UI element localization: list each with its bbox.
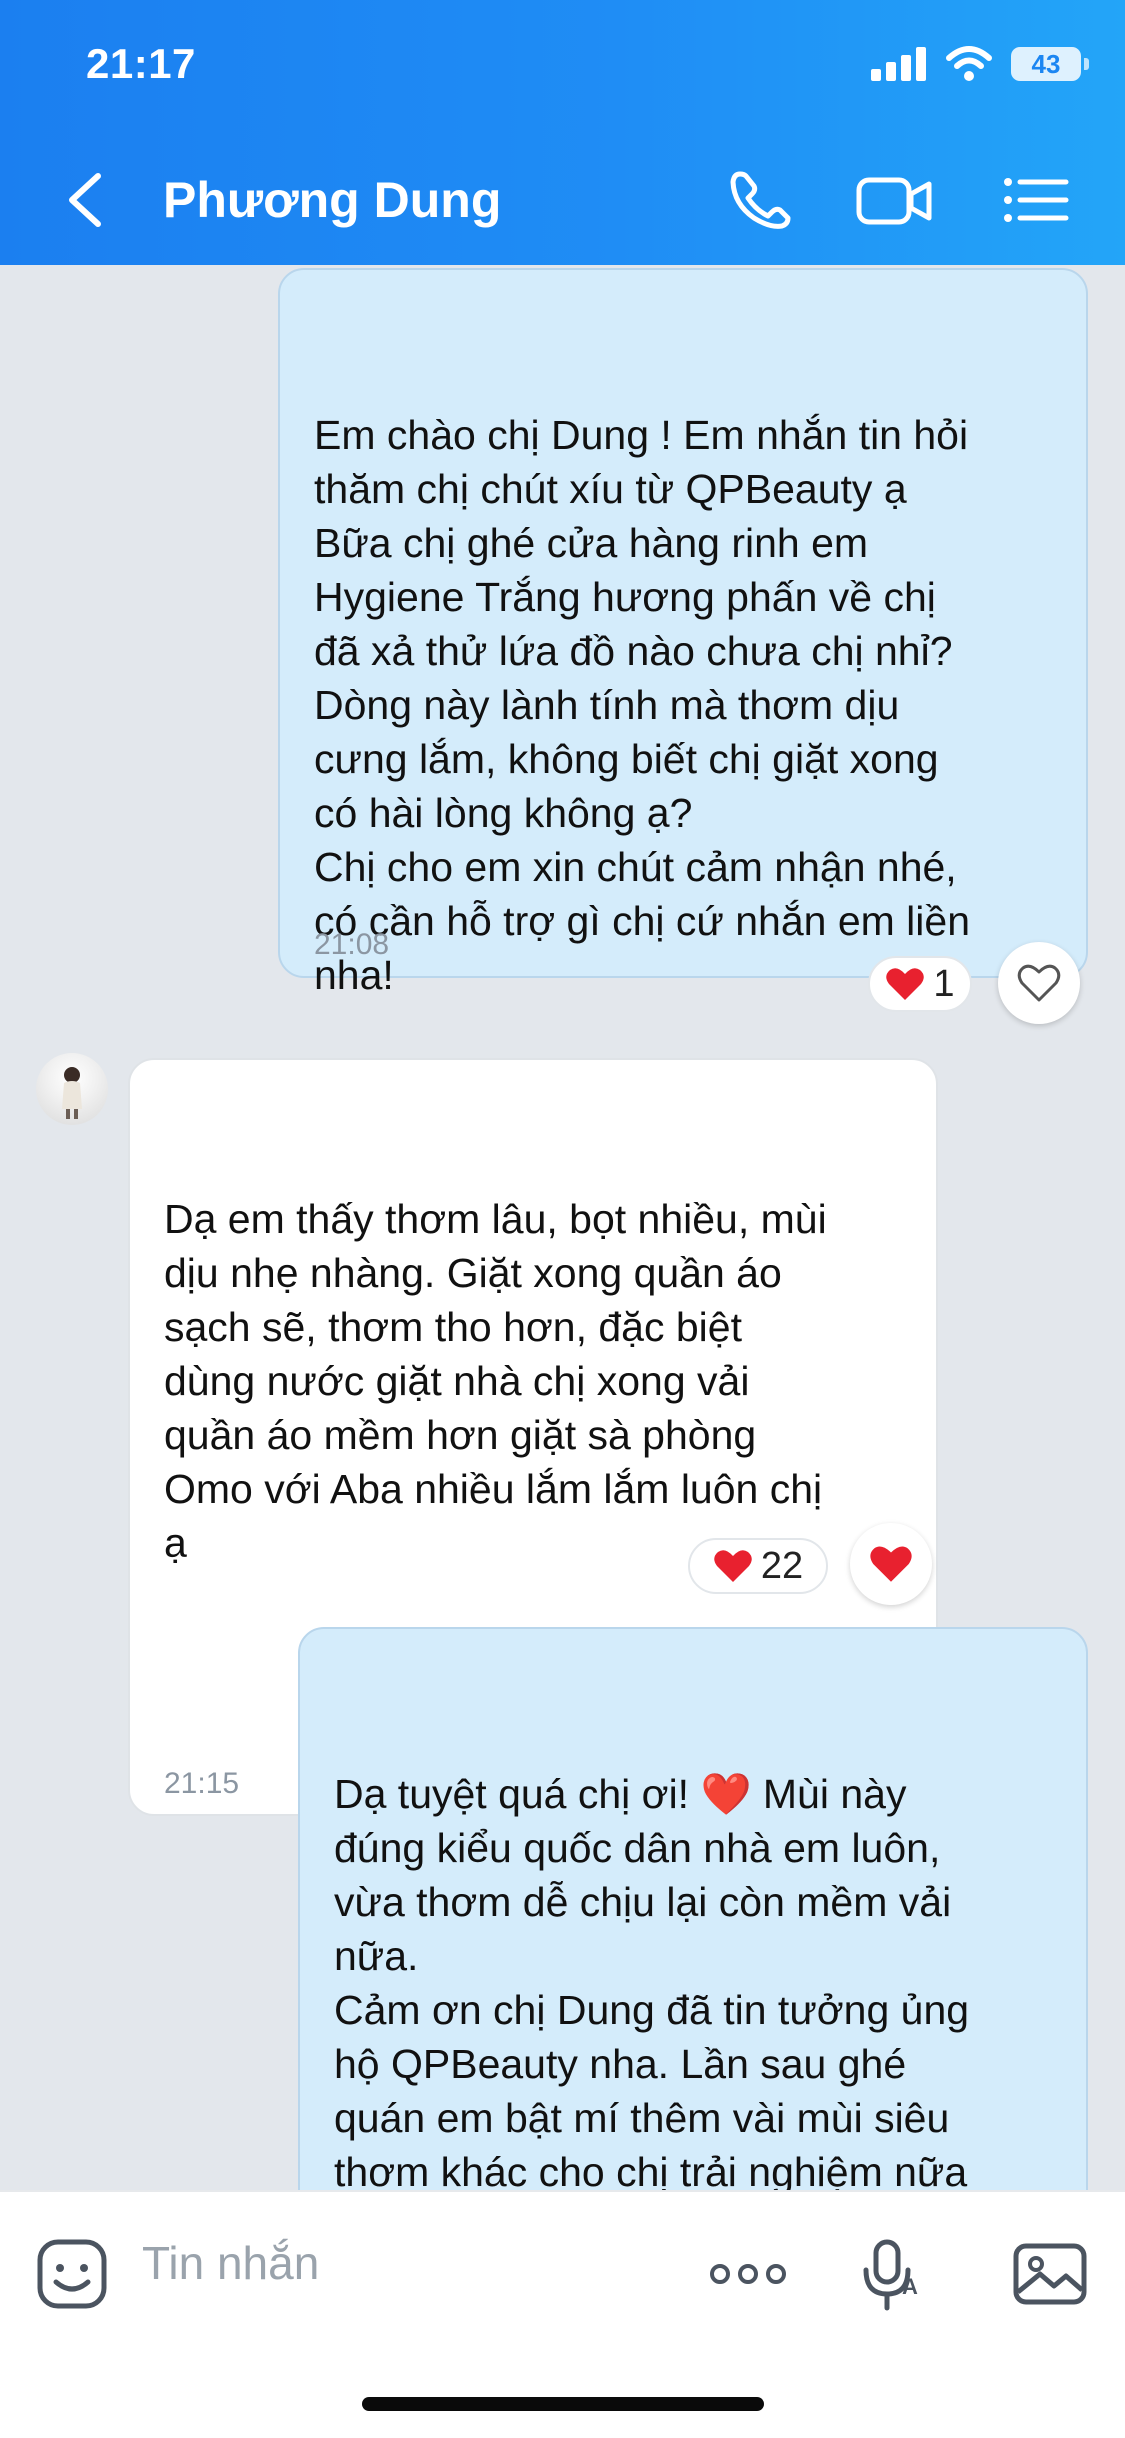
sticker-icon — [37, 2239, 107, 2309]
phone-icon — [730, 171, 791, 229]
contact-name[interactable]: Phương Dung — [163, 171, 501, 229]
avatar-photo — [62, 1067, 82, 1119]
react-button[interactable] — [998, 942, 1080, 1024]
status-time: 21:17 — [86, 40, 196, 87]
chat-menu-button[interactable] — [1000, 168, 1072, 232]
image-picker-button[interactable] — [1010, 2234, 1090, 2314]
back-button[interactable] — [60, 168, 110, 232]
message-time: 21:08 — [314, 928, 390, 961]
sticker-button[interactable] — [32, 2234, 112, 2314]
message-time: 21:15 — [164, 1767, 240, 1800]
more-dots-icon — [710, 2264, 786, 2284]
message-list[interactable]: Em chào chị Dung ! Em nhắn tin hỏi thăm … — [0, 265, 1125, 2190]
heart-icon — [886, 968, 925, 1000]
avatar[interactable] — [36, 1053, 108, 1125]
battery-indicator: 43 — [1011, 47, 1089, 81]
chat-header: 21:17 43 Phương Dung — [0, 0, 1125, 265]
message-time: 21:17 — [334, 2177, 409, 2190]
video-call-button[interactable] — [855, 168, 935, 232]
message-input[interactable]: Tin nhắn — [142, 2236, 319, 2290]
list-menu-icon — [1004, 178, 1069, 222]
signal-icon — [871, 47, 926, 81]
wifi-icon — [946, 46, 992, 81]
video-camera-icon — [856, 177, 932, 225]
message-text: Em chào chị Dung ! Em nhắn tin hỏi thăm … — [314, 412, 970, 998]
react-button[interactable] — [850, 1523, 932, 1605]
more-options-button[interactable] — [706, 2234, 790, 2314]
message-text: Dạ tuyệt quá chị ơi! ❤️ Mùi này đúng kiể… — [334, 1771, 970, 2190]
home-indicator — [362, 2397, 764, 2411]
voice-message-button[interactable]: A — [852, 2234, 932, 2314]
message-bubble-outgoing[interactable]: Dạ tuyệt quá chị ơi! ❤️ Mùi này đúng kiể… — [298, 1627, 1088, 2190]
svg-text:A: A — [902, 2274, 918, 2299]
message-input-bar: Tin nhắn A — [0, 2190, 1125, 2438]
status-icons: 43 — [871, 46, 1089, 82]
heart-icon — [870, 1546, 912, 1582]
reaction-summary[interactable]: 1 — [868, 956, 972, 1012]
reaction-summary[interactable]: 22 — [688, 1538, 828, 1594]
message-bubble-outgoing[interactable]: Em chào chị Dung ! Em nhắn tin hỏi thăm … — [278, 268, 1088, 998]
reaction-count: 22 — [760, 1544, 804, 1587]
heart-outline-icon — [1017, 964, 1061, 1002]
call-button[interactable] — [724, 168, 796, 232]
image-icon — [1013, 2243, 1087, 2305]
message-text: Dạ em thấy thơm lâu, bọt nhiều, mùi dịu … — [164, 1196, 827, 1566]
heart-icon — [714, 1550, 752, 1582]
reaction-count: 1 — [933, 962, 955, 1005]
chevron-left-icon — [69, 173, 101, 227]
microphone-icon: A — [863, 2239, 918, 2311]
